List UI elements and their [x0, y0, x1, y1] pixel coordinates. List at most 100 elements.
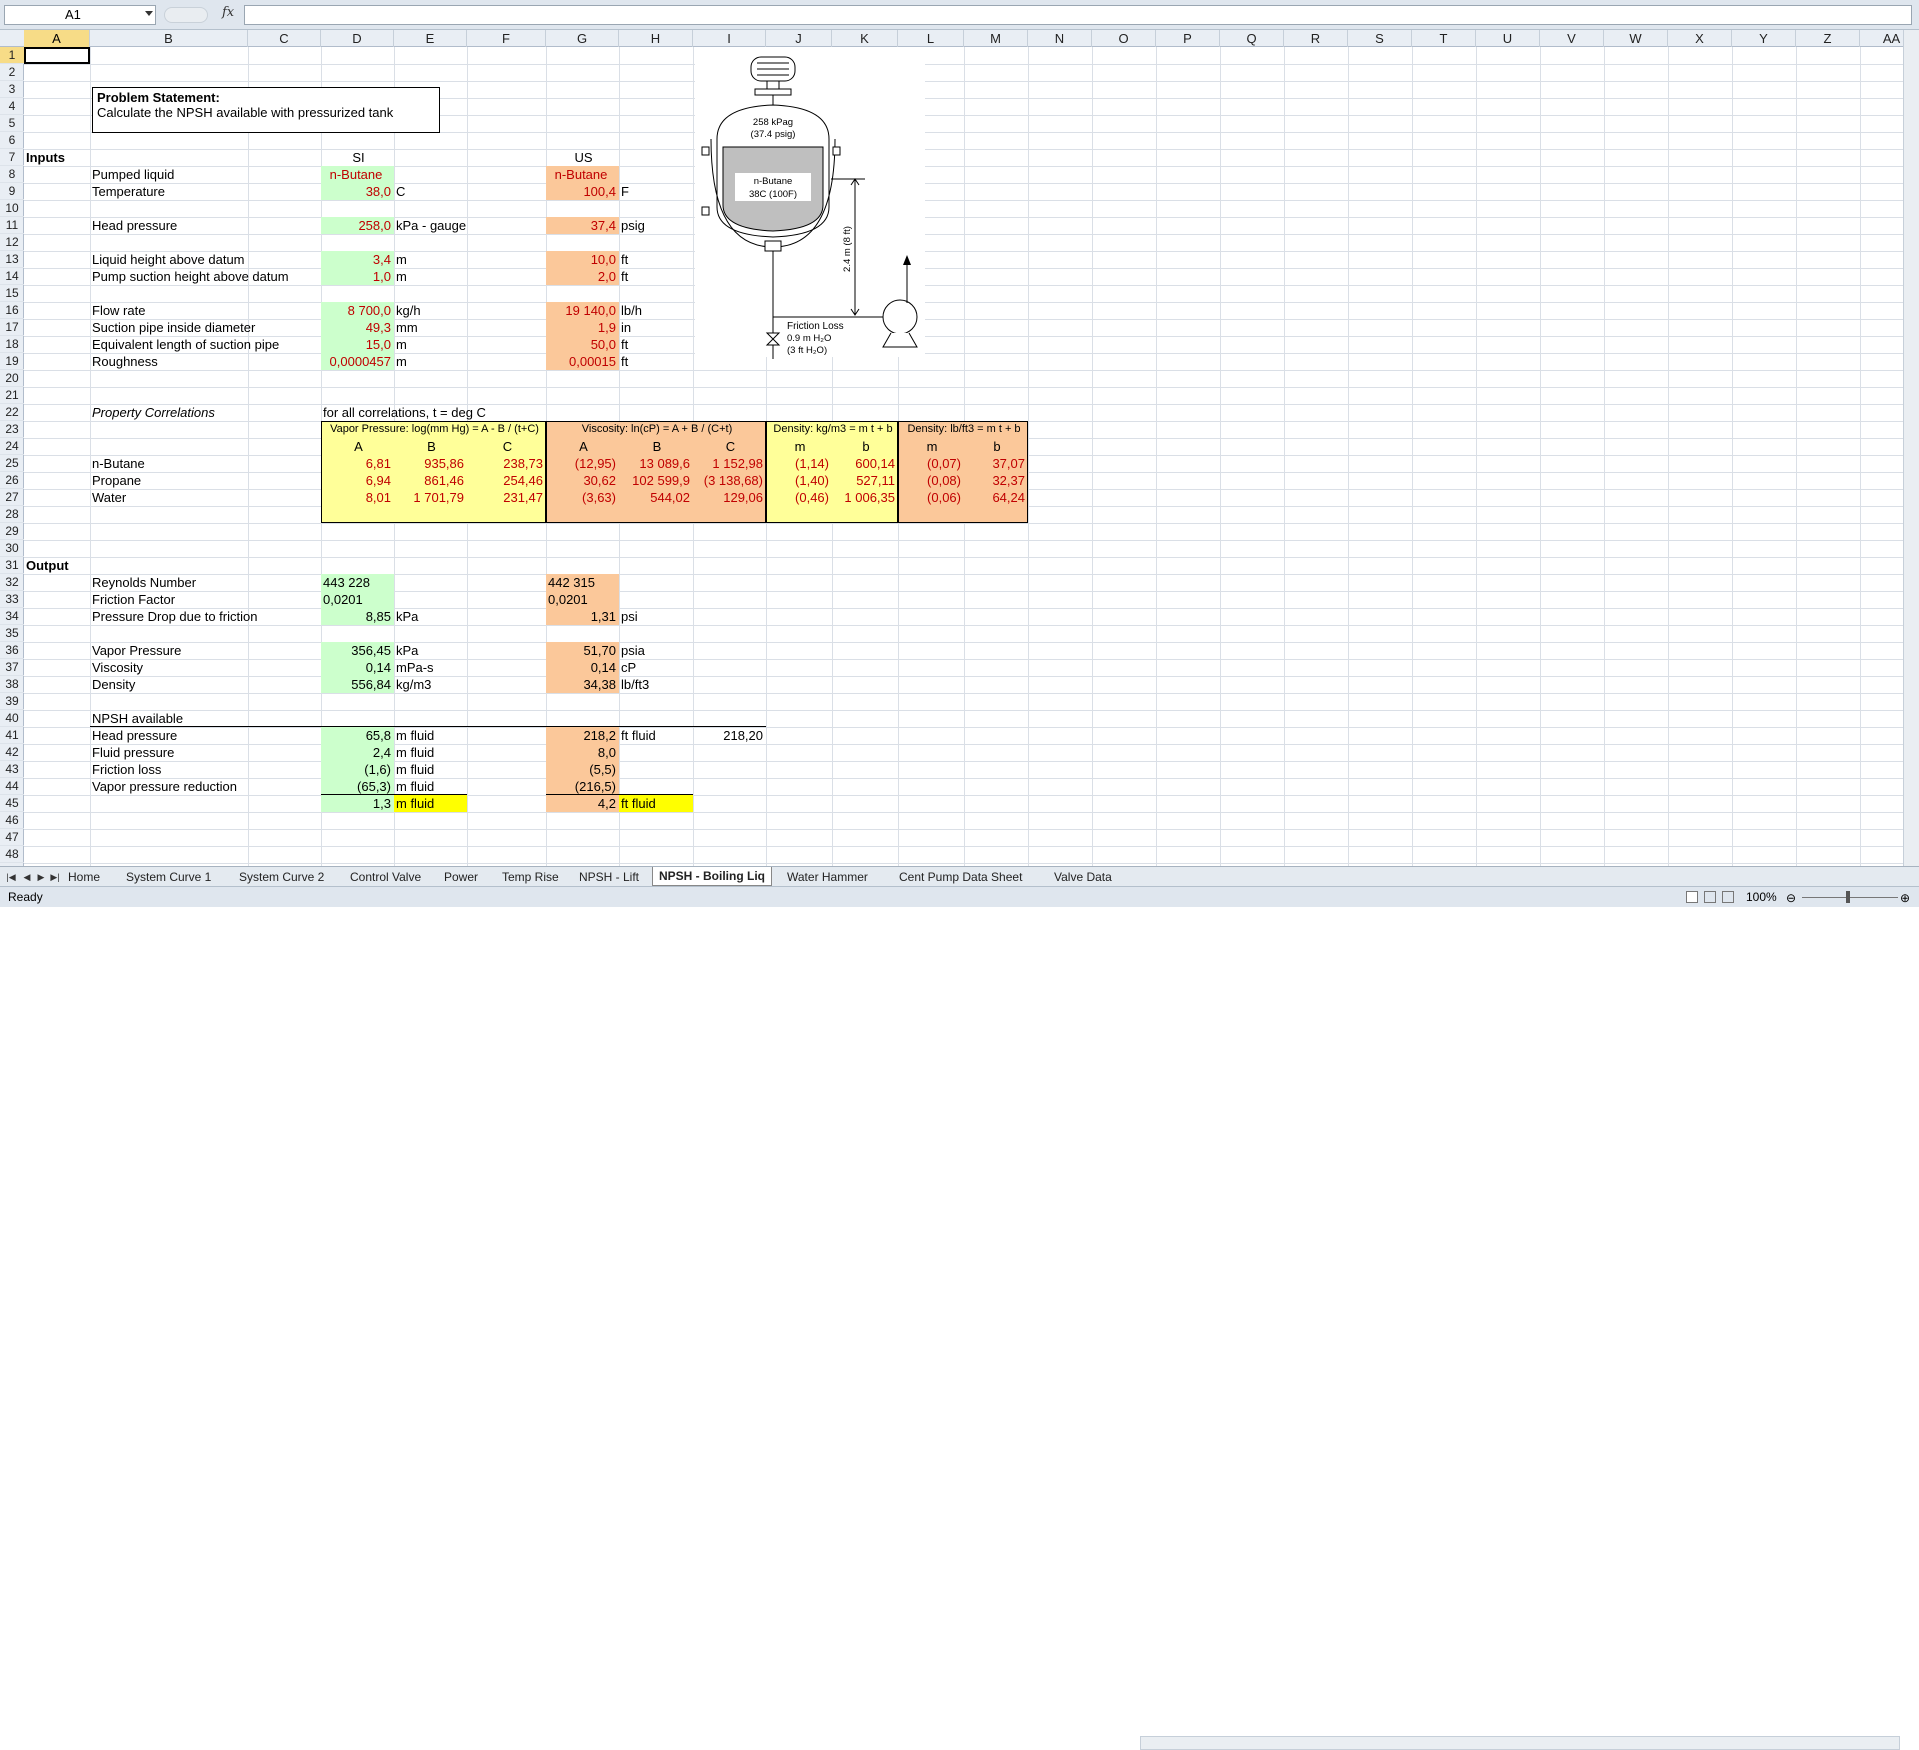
output-label[interactable]: Density [90, 676, 248, 693]
input-label[interactable]: Liquid height above datum [90, 251, 248, 268]
npsh-us-value[interactable]: 218,2 [546, 727, 619, 744]
input-us-value[interactable]: 2,0 [546, 268, 619, 285]
row-header-6[interactable]: 6 [0, 132, 24, 149]
coefficient-value[interactable]: 8,01 [321, 489, 394, 506]
row-header-4[interactable]: 4 [0, 98, 24, 115]
input-us-value[interactable]: 0,00015 [546, 353, 619, 370]
coefficient-value[interactable]: (3 138,68) [693, 472, 766, 489]
input-us-value[interactable]: 19 140,0 [546, 302, 619, 319]
column-header-w[interactable]: W [1604, 30, 1668, 47]
output-label[interactable]: Reynolds Number [90, 574, 248, 591]
sheet-tab[interactable]: Control Valve [344, 869, 427, 885]
sheet-tab[interactable]: Valve Data [1048, 869, 1118, 885]
sheet-tab[interactable]: System Curve 2 [233, 869, 330, 885]
row-header-12[interactable]: 12 [0, 234, 24, 251]
sheet-tab[interactable]: Water Hammer [781, 869, 874, 885]
npsh-si-unit[interactable]: m fluid [394, 761, 467, 778]
input-us-value[interactable]: 100,4 [546, 183, 619, 200]
column-header-f[interactable]: F [467, 30, 546, 47]
row-header-43[interactable]: 43 [0, 761, 24, 778]
row-header-9[interactable]: 9 [0, 183, 24, 200]
row-header-39[interactable]: 39 [0, 693, 24, 710]
input-si-value[interactable]: 258,0 [321, 217, 394, 234]
coefficient-value[interactable]: (0,46) [766, 489, 832, 506]
row-header-13[interactable]: 13 [0, 251, 24, 268]
coefficient-header[interactable]: B [394, 438, 467, 455]
column-header-x[interactable]: X [1668, 30, 1732, 47]
problem-statement-box[interactable]: Problem Statement: Calculate the NPSH ava… [92, 87, 440, 133]
row-header-23[interactable]: 23 [0, 421, 24, 438]
row-header-14[interactable]: 14 [0, 268, 24, 285]
output-us-value[interactable]: 1,31 [546, 608, 619, 625]
input-si-value[interactable]: 15,0 [321, 336, 394, 353]
row-header-22[interactable]: 22 [0, 404, 24, 421]
page-break-icon[interactable] [1722, 891, 1734, 903]
coefficient-header[interactable]: m [898, 438, 964, 455]
coefficient-header[interactable]: C [467, 438, 546, 455]
input-si-unit[interactable]: C [394, 183, 514, 200]
inputs-heading[interactable]: Inputs [24, 149, 90, 166]
formula-input[interactable] [244, 5, 1912, 25]
output-label[interactable]: Vapor Pressure [90, 642, 248, 659]
sheet-tab[interactable]: Temp Rise [496, 869, 565, 885]
row-header-20[interactable]: 20 [0, 370, 24, 387]
column-header-t[interactable]: T [1412, 30, 1476, 47]
npsh-si-unit[interactable]: m fluid [394, 744, 467, 761]
coefficient-value[interactable]: 129,06 [693, 489, 766, 506]
row-header-32[interactable]: 32 [0, 574, 24, 591]
last-sheet-icon[interactable]: ▶| [48, 870, 62, 884]
input-us-value[interactable]: n-Butane [546, 166, 619, 183]
column-header-h[interactable]: H [619, 30, 693, 47]
input-si-value[interactable]: 49,3 [321, 319, 394, 336]
row-header-24[interactable]: 24 [0, 438, 24, 455]
coefficient-value[interactable]: (0,07) [898, 455, 964, 472]
input-si-unit[interactable]: kg/h [394, 302, 514, 319]
output-heading[interactable]: Output [24, 557, 90, 574]
output-us-value[interactable]: 0,0201 [546, 591, 619, 608]
input-label[interactable]: Temperature [90, 183, 248, 200]
row-header-44[interactable]: 44 [0, 778, 24, 795]
input-si-value[interactable]: n-Butane [321, 166, 394, 183]
row-header-17[interactable]: 17 [0, 319, 24, 336]
coefficient-value[interactable]: 231,47 [467, 489, 546, 506]
row-header-21[interactable]: 21 [0, 387, 24, 404]
npsh-label[interactable]: Vapor pressure reduction [90, 778, 248, 795]
input-label[interactable]: Pump suction height above datum [90, 268, 289, 285]
row-header-40[interactable]: 40 [0, 710, 24, 727]
row-header-31[interactable]: 31 [0, 557, 24, 574]
output-us-unit[interactable]: psi [619, 608, 693, 625]
column-header-u[interactable]: U [1476, 30, 1540, 47]
input-us-value[interactable]: 37,4 [546, 217, 619, 234]
column-header-i[interactable]: I [693, 30, 766, 47]
next-sheet-icon[interactable]: ▶ [34, 870, 48, 884]
coefficient-header[interactable]: b [832, 438, 898, 455]
zoom-slider-thumb[interactable] [1846, 891, 1850, 903]
input-si-value[interactable]: 8 700,0 [321, 302, 394, 319]
input-us-unit[interactable]: ft [619, 251, 693, 268]
column-header-b[interactable]: B [90, 30, 248, 47]
row-header-46[interactable]: 46 [0, 812, 24, 829]
output-si-value[interactable]: 356,45 [321, 642, 394, 659]
zoom-in-icon[interactable]: ⊕ [1900, 888, 1910, 908]
output-us-value[interactable]: 51,70 [546, 642, 619, 659]
input-si-unit[interactable]: m [394, 268, 514, 285]
input-us-unit[interactable]: ft [619, 336, 693, 353]
output-si-unit[interactable]: mPa-s [394, 659, 467, 676]
npsh-us-value[interactable]: (216,5) [546, 778, 619, 795]
input-us-unit[interactable]: in [619, 319, 693, 336]
npsh-total-si-unit[interactable]: m fluid [394, 795, 467, 812]
insert-function-button[interactable]: fx [222, 5, 234, 20]
coefficient-header[interactable]: C [693, 438, 766, 455]
density-si-header[interactable]: Density: kg/m3 = m t + b [766, 421, 898, 438]
row-header-41[interactable]: 41 [0, 727, 24, 744]
row-header-8[interactable]: 8 [0, 166, 24, 183]
sheet-tab[interactable]: Power [438, 869, 484, 885]
input-us-value[interactable]: 50,0 [546, 336, 619, 353]
row-header-26[interactable]: 26 [0, 472, 24, 489]
input-us-unit[interactable]: lb/h [619, 302, 693, 319]
coefficient-value[interactable]: 1 006,35 [832, 489, 898, 506]
output-si-unit[interactable]: kg/m3 [394, 676, 467, 693]
output-us-value[interactable]: 0,14 [546, 659, 619, 676]
output-us-unit[interactable]: cP [619, 659, 693, 676]
row-header-30[interactable]: 30 [0, 540, 24, 557]
